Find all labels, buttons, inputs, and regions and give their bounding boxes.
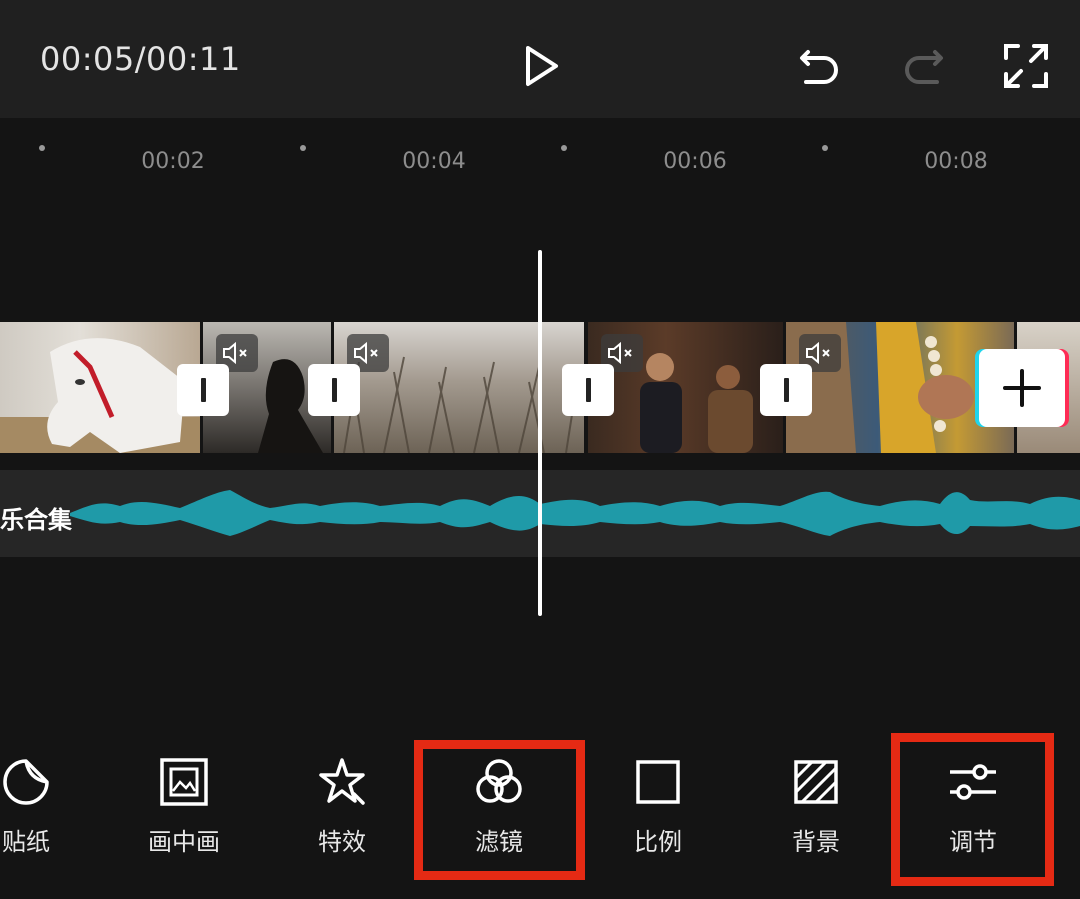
horse-thumbnail	[0, 338, 200, 453]
ruler-tick: 00:08	[924, 149, 988, 174]
play-button[interactable]	[512, 38, 572, 94]
time-ruler[interactable]: 00:02 00:04 00:06 00:08	[0, 118, 1080, 180]
video-clip-horse[interactable]	[0, 322, 200, 453]
ruler-dot	[300, 145, 306, 151]
transition-button[interactable]	[308, 364, 360, 416]
transition-button[interactable]	[760, 364, 812, 416]
sticker-icon	[3, 759, 49, 805]
redo-icon	[905, 50, 943, 84]
add-clip-button[interactable]	[979, 349, 1065, 427]
tool-background[interactable]: 背景	[761, 750, 871, 860]
mute-icon	[806, 342, 830, 364]
top-bar: 00:05/00:11	[0, 0, 1080, 118]
ruler-dot	[39, 145, 45, 151]
ruler-dot	[561, 145, 567, 151]
fullscreen-icon	[1004, 44, 1048, 88]
effects-star-icon	[319, 758, 365, 805]
transition-icon	[331, 378, 337, 402]
tool-picture-in-picture[interactable]: 画中画	[129, 750, 239, 860]
transition-button[interactable]	[562, 364, 614, 416]
transition-button[interactable]	[177, 364, 229, 416]
picture-in-picture-icon	[160, 758, 208, 806]
tool-label: 特效	[318, 828, 366, 856]
transition-icon	[200, 378, 206, 402]
ruler-tick: 00:02	[141, 149, 205, 174]
plus-icon	[1003, 369, 1041, 407]
tool-ratio[interactable]: 比例	[603, 750, 713, 860]
tool-effects[interactable]: 特效	[287, 750, 397, 860]
playhead[interactable]	[538, 250, 542, 616]
tool-label: 背景	[792, 828, 840, 856]
tool-label: 贴纸	[2, 828, 50, 856]
undo-icon	[800, 50, 838, 84]
play-icon	[526, 46, 558, 86]
tool-label: 画中画	[148, 828, 220, 856]
highlight-box-adjust	[891, 733, 1054, 886]
transition-icon	[585, 378, 591, 402]
highlight-box-filter	[414, 740, 585, 880]
tool-sticker[interactable]: 贴纸	[0, 750, 81, 860]
undo-button[interactable]	[790, 38, 850, 94]
ruler-tick: 00:06	[663, 149, 727, 174]
ruler-dot	[822, 145, 828, 151]
audio-track-label: 乐合集	[0, 506, 72, 534]
tool-label: 比例	[634, 828, 682, 856]
time-display: 00:05/00:11	[40, 40, 241, 78]
ratio-icon	[636, 760, 680, 804]
mute-icon	[354, 342, 378, 364]
transition-icon	[783, 378, 789, 402]
background-icon	[794, 760, 838, 804]
mute-icon	[223, 342, 247, 364]
redo-button[interactable]	[893, 38, 953, 94]
fullscreen-button[interactable]	[996, 36, 1056, 96]
mute-icon	[608, 342, 632, 364]
ruler-tick: 00:04	[402, 149, 466, 174]
